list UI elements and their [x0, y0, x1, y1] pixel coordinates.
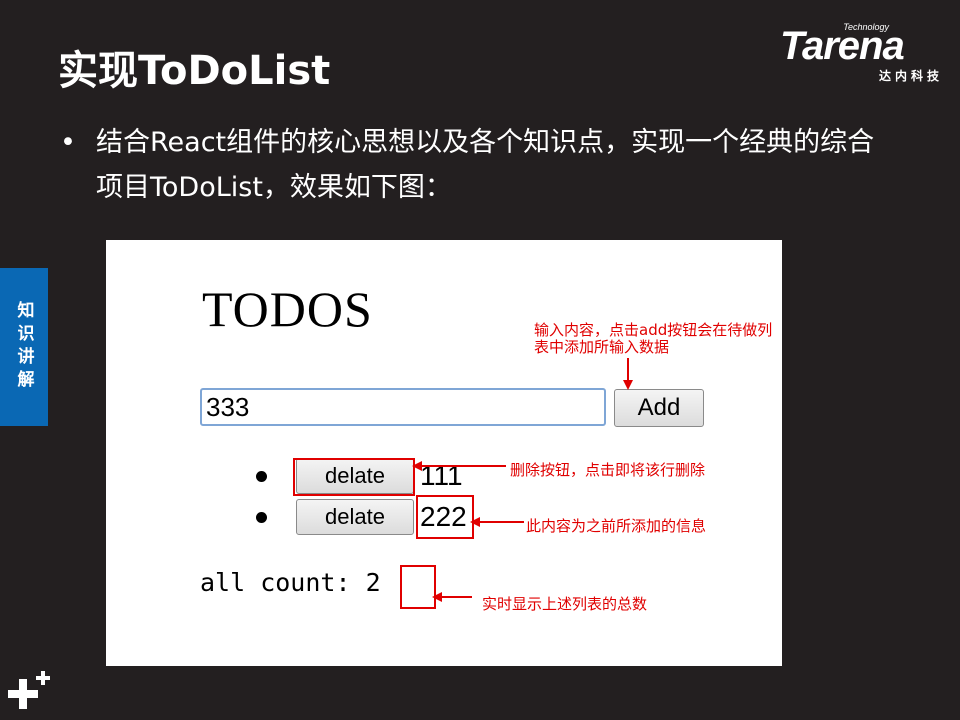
count-annotation: 实时显示上述列表的总数 — [482, 595, 648, 613]
logo-subtitle: 达内科技 — [878, 69, 943, 83]
plus-decoration-icon — [8, 671, 50, 709]
tarena-logo: Technology Tarena 达内科技 — [780, 22, 945, 83]
input-annotation: 输入内容，点击add按钮会在待做列表中添加所输入数据 — [534, 321, 773, 356]
delete-annotation: 删除按钮，点击即将该行删除 — [510, 461, 706, 479]
bullet-mark: • — [60, 127, 76, 158]
slide-title: 实现ToDoList — [58, 48, 331, 94]
item-annotation: 此内容为之前所添加的信息 — [526, 517, 707, 535]
logo-wordmark: Tarena — [780, 24, 905, 68]
todo-app-screenshot: TODOS Add delate 111 delate 222 all coun… — [106, 240, 782, 666]
bullet-text: 结合React组件的核心思想以及各个知识点，实现一个经典的综合项目ToDoLis… — [96, 127, 875, 203]
side-tab-label: 知识讲解 — [13, 301, 34, 393]
bullet-point: • 结合React组件的核心思想以及各个知识点，实现一个经典的综合项目ToDoL… — [60, 120, 900, 210]
side-tab: 知识讲解 — [0, 268, 48, 426]
